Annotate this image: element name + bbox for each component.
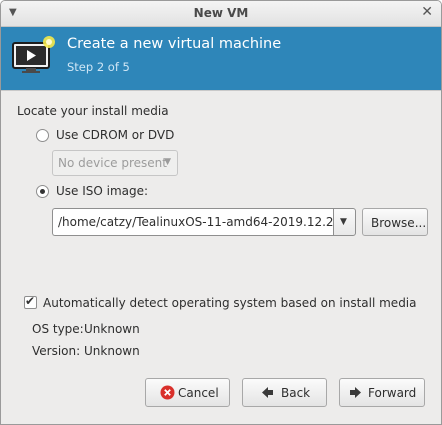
forward-button-label: Forward: [368, 386, 417, 400]
cdrom-option-label[interactable]: Use CDROM or DVD: [56, 128, 174, 142]
iso-path-value: /home/catzy/TealinuxOS-11-amd64-2019.12.…: [58, 215, 333, 229]
back-button-label: Back: [281, 386, 311, 400]
new-vm-window: ▼ New VM ✕ Create a new virtual machine …: [0, 0, 442, 425]
divider: [1, 90, 441, 91]
iso-option-label[interactable]: Use ISO image:: [56, 184, 148, 198]
version-value: Unknown: [84, 344, 140, 358]
header-banner: Create a new virtual machine Step 2 of 5: [1, 27, 441, 90]
step-indicator: Step 2 of 5: [67, 60, 130, 74]
close-icon[interactable]: ✕: [421, 4, 433, 20]
cancel-button[interactable]: Cancel: [145, 378, 230, 407]
cdrom-radio[interactable]: [36, 129, 49, 142]
checkmark-icon: ✔: [25, 294, 36, 308]
browse-button[interactable]: Browse...: [362, 208, 428, 236]
cdrom-device-select: No device present ▼: [52, 150, 178, 176]
install-media-heading: Locate your install media: [17, 104, 169, 118]
chevron-down-icon: ▼: [340, 217, 347, 227]
os-type-label: OS type:: [32, 322, 84, 336]
cdrom-device-value: No device present: [58, 156, 167, 170]
iso-radio[interactable]: [36, 185, 49, 198]
auto-detect-checkbox[interactable]: ✔: [24, 294, 37, 309]
cancel-circle-icon: [160, 385, 175, 400]
version-label: Version:: [32, 344, 81, 358]
banner-title: Create a new virtual machine: [67, 36, 282, 52]
os-type-value: Unknown: [84, 322, 140, 336]
arrow-right-icon: [350, 387, 361, 398]
arrow-left-icon: [262, 387, 273, 398]
vm-monitor-icon: [12, 36, 55, 73]
browse-button-label: Browse...: [371, 216, 427, 230]
iso-path-dropdown-button[interactable]: ▼: [333, 208, 356, 236]
back-button[interactable]: Back: [242, 378, 327, 407]
titlebar: ▼ New VM ✕: [1, 1, 441, 27]
cancel-button-label: Cancel: [178, 386, 219, 400]
chevron-down-icon: ▼: [164, 157, 171, 167]
window-title: New VM: [193, 6, 249, 20]
forward-button[interactable]: Forward: [339, 378, 425, 407]
auto-detect-label[interactable]: Automatically detect operating system ba…: [43, 296, 417, 310]
iso-path-input[interactable]: /home/catzy/TealinuxOS-11-amd64-2019.12.…: [52, 208, 333, 236]
